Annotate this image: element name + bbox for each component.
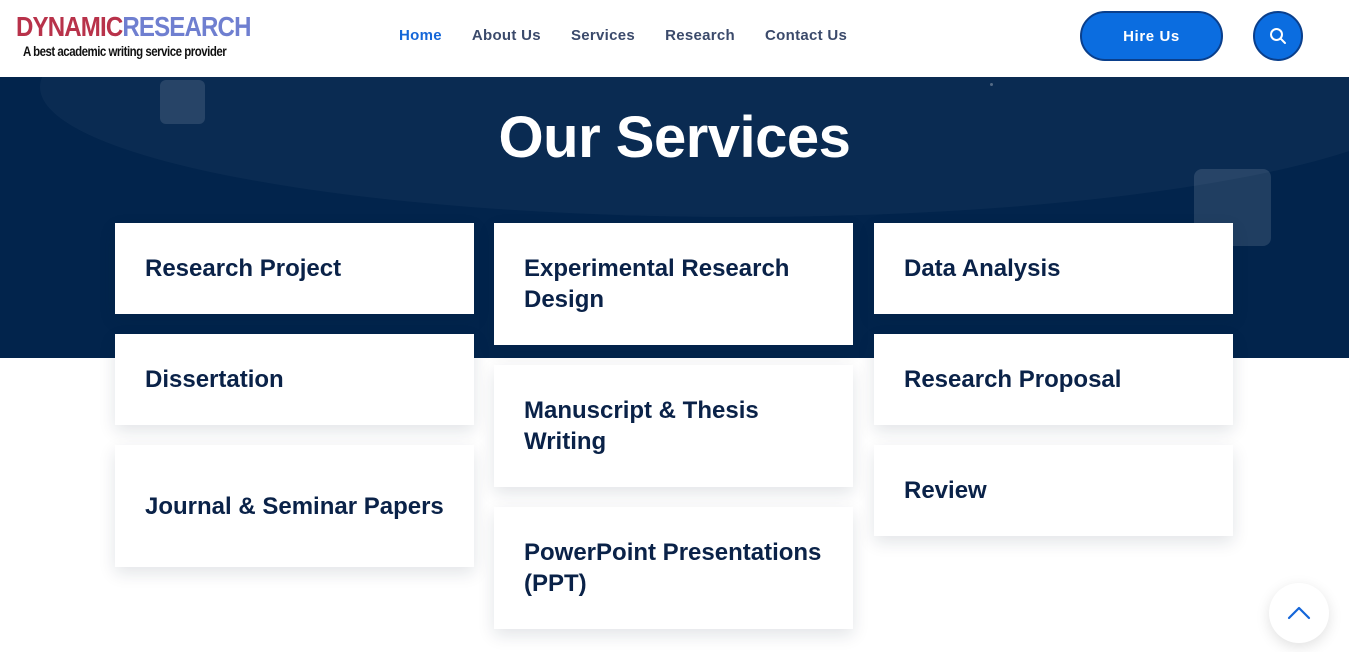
chevron-up-icon (1287, 606, 1311, 620)
nav-item-research[interactable]: Research (665, 26, 735, 46)
decorative-dot (990, 83, 993, 86)
service-card-label: Research Proposal (904, 366, 1122, 393)
scroll-to-top-button[interactable] (1269, 583, 1329, 643)
site-logo[interactable]: DYNAMICRESEARCH A best academic writing … (16, 12, 251, 62)
search-button[interactable] (1253, 11, 1303, 61)
service-card-label: Research Project (145, 255, 342, 282)
nav-item-home[interactable]: Home (399, 26, 442, 46)
logo-title: DYNAMICRESEARCH (16, 12, 251, 42)
service-card-journal-seminar-papers[interactable]: Journal & Seminar Papers (115, 445, 474, 567)
service-card-label: Review (904, 477, 987, 504)
service-card-data-analysis[interactable]: Data Analysis (874, 223, 1233, 314)
service-card-label: Dissertation (145, 366, 284, 393)
service-card-powerpoint-presentations[interactable]: PowerPoint Presentations (PPT) (494, 507, 853, 629)
hire-us-button[interactable]: Hire Us (1080, 11, 1223, 61)
nav-item-services[interactable]: Services (571, 26, 635, 46)
service-card-research-proposal[interactable]: Research Proposal (874, 334, 1233, 425)
search-icon (1270, 28, 1286, 44)
service-card-dissertation[interactable]: Dissertation (115, 334, 474, 425)
page: DYNAMICRESEARCH A best academic writing … (0, 0, 1349, 652)
service-card-experimental-research-design[interactable]: Experimental Research Design (494, 223, 853, 345)
main-nav: Home About Us Services Research Contact … (399, 26, 847, 46)
service-card-label: Journal & Seminar Papers (145, 492, 444, 520)
service-card-research-project[interactable]: Research Project (115, 223, 474, 314)
logo-title-part1: DYNAMIC (16, 11, 123, 42)
logo-title-part2: RESEARCH (122, 11, 251, 42)
service-card-review[interactable]: Review (874, 445, 1233, 536)
nav-item-contact-us[interactable]: Contact Us (765, 26, 847, 46)
service-card-label: Data Analysis (904, 255, 1061, 282)
logo-tagline: A best academic writing service provider (23, 43, 227, 59)
service-card-label: Experimental Research Design (524, 255, 790, 313)
nav-item-about-us[interactable]: About Us (472, 26, 541, 46)
service-card-manuscript-thesis-writing[interactable]: Manuscript & Thesis Writing (494, 365, 853, 487)
service-card-label: PowerPoint Presentations (PPT) (524, 539, 822, 597)
service-card-label: Manuscript & Thesis Writing (524, 397, 759, 455)
page-title: Our Services (498, 105, 851, 170)
site-header: DYNAMICRESEARCH A best academic writing … (0, 0, 1349, 77)
